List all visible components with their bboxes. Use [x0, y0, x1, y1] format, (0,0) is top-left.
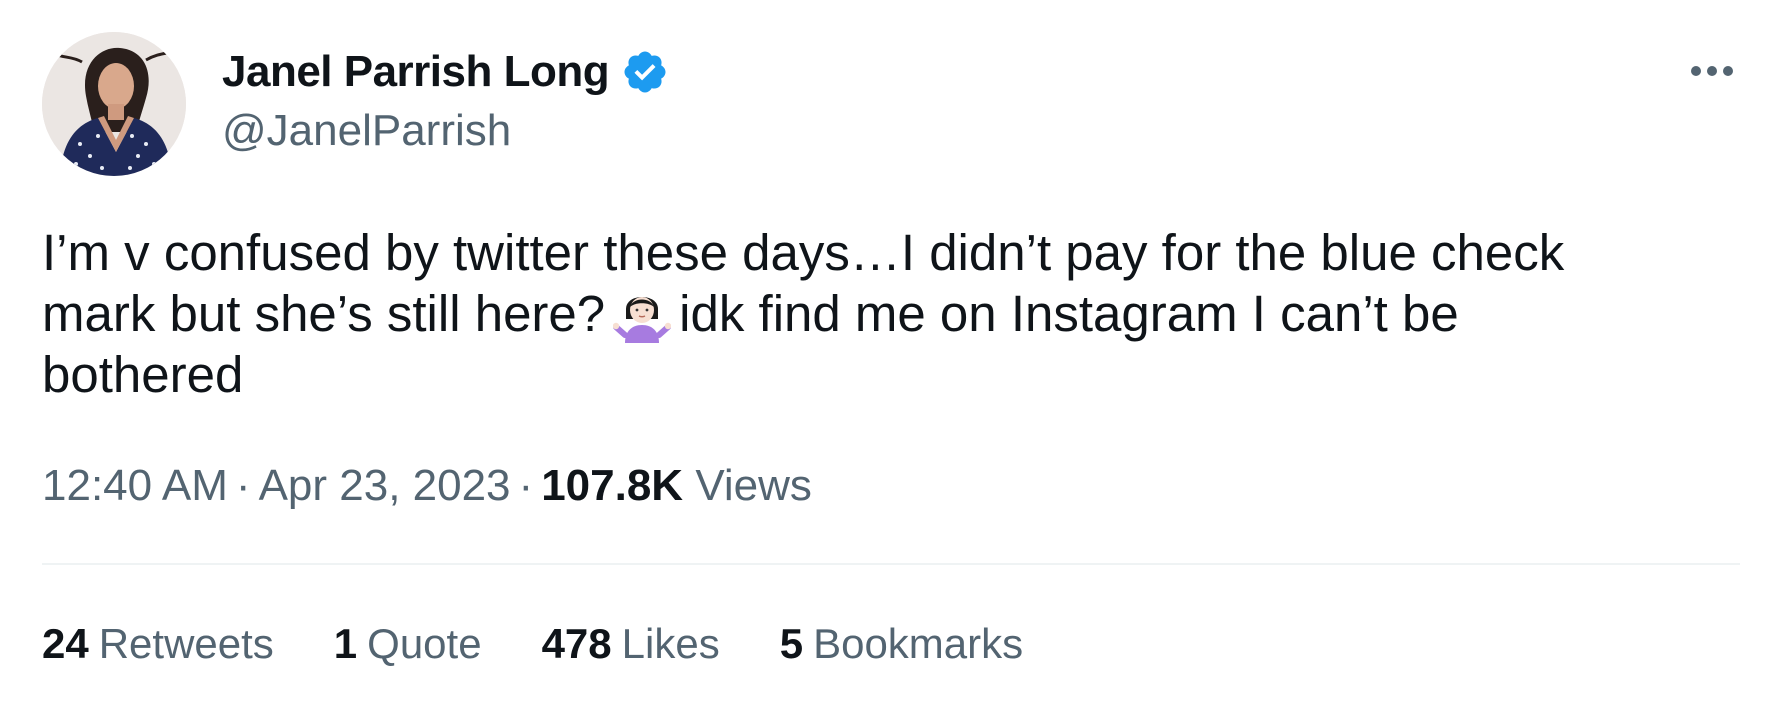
profile-photo-icon	[42, 32, 186, 176]
views-label: Views	[695, 461, 812, 510]
tweet-text: I’m v confused by twitter these days…I d…	[42, 222, 1722, 405]
tweet-date[interactable]: Apr 23, 2023	[259, 461, 511, 510]
tweet-text-line-2-after: idk find me on Instagram I can’t be	[679, 285, 1459, 342]
more-options-button[interactable]	[1686, 52, 1738, 90]
engagement-stats: 24 Retweets 1 Quote 478 Likes 5 Bookmarks	[42, 616, 1023, 672]
quotes-stat[interactable]: 1 Quote	[334, 616, 482, 672]
author-display-name[interactable]: Janel Parrish Long	[222, 47, 610, 97]
tweet-text-line-1: I’m v confused by twitter these days…I d…	[42, 224, 1565, 281]
views-count: 107.8K	[541, 461, 684, 510]
meta-separator: ·	[235, 461, 251, 510]
divider	[42, 563, 1740, 565]
author-handle[interactable]: @JanelParrish	[222, 106, 511, 156]
likes-label: Likes	[621, 620, 720, 667]
bookmarks-label: Bookmarks	[813, 620, 1024, 667]
retweets-stat[interactable]: 24 Retweets	[42, 616, 274, 672]
likes-stat[interactable]: 478 Likes	[542, 616, 720, 672]
tweet-card: Janel Parrish Long @JanelParrish I’m v c…	[0, 0, 1790, 718]
meta-separator: ·	[518, 461, 534, 510]
retweets-label: Retweets	[98, 620, 274, 667]
bookmarks-stat[interactable]: 5 Bookmarks	[780, 616, 1023, 672]
person-shrugging-emoji-icon	[612, 285, 672, 343]
avatar[interactable]	[42, 32, 186, 176]
tweet-meta: 12:40 AM · Apr 23, 2023 · 107.8K Views	[42, 458, 812, 514]
tweet-text-line-3: bothered	[42, 346, 244, 403]
quotes-count: 1	[333, 620, 358, 667]
retweets-count: 24	[42, 620, 89, 667]
likes-count: 478	[541, 620, 612, 667]
quotes-label: Quote	[367, 620, 482, 667]
bookmarks-count: 5	[779, 620, 804, 667]
tweet-text-line-2: mark but she’s still here?	[42, 285, 606, 342]
author-name-row: Janel Parrish Long	[222, 44, 669, 100]
tweet-time[interactable]: 12:40 AM	[42, 461, 228, 510]
ellipsis-icon	[1691, 66, 1733, 76]
verified-badge-icon	[624, 51, 666, 93]
